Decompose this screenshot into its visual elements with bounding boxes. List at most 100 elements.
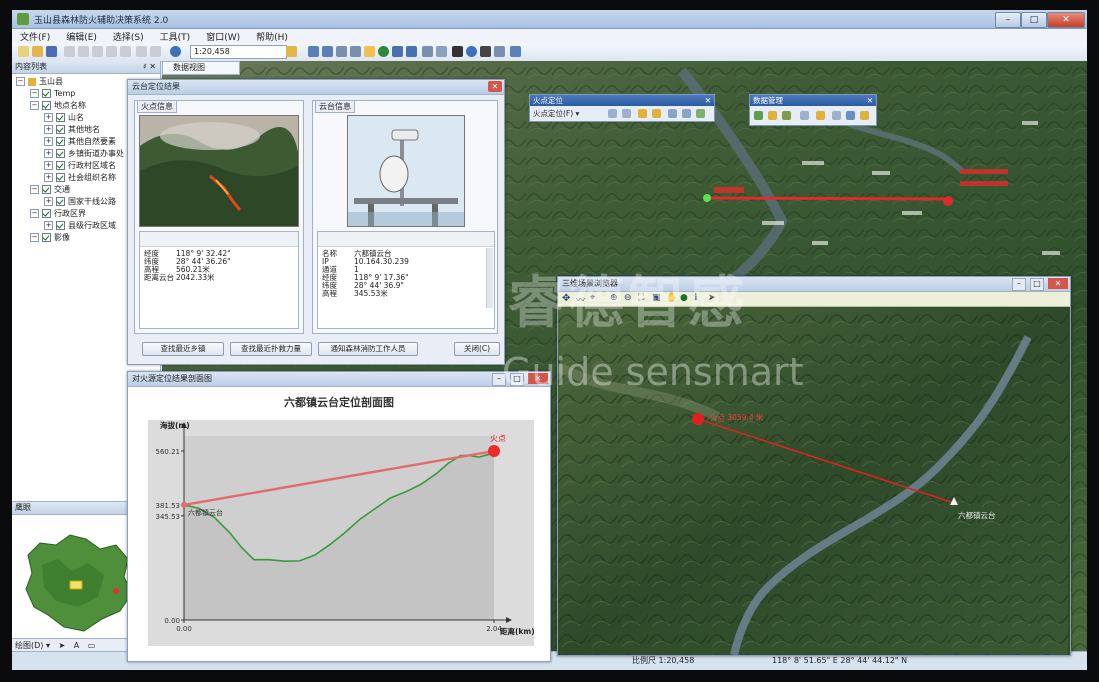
expand-toggle-icon[interactable]: + <box>44 221 53 230</box>
data-doc-icon[interactable] <box>800 111 809 120</box>
layer-visibility-checkbox[interactable] <box>56 137 65 146</box>
data-layer-icon[interactable] <box>782 111 791 120</box>
minimize-button[interactable]: – <box>995 12 1021 28</box>
expand-toggle-icon[interactable]: + <box>44 173 53 182</box>
forward-extent-icon[interactable] <box>406 46 417 57</box>
data-edit-icon[interactable] <box>768 111 777 120</box>
delete-icon[interactable] <box>120 46 131 57</box>
scene-zoom-out-icon[interactable]: ⊖ <box>624 293 632 303</box>
scene-zoom-in-icon[interactable]: ⊕ <box>610 293 618 303</box>
fixed-zoom-in-icon[interactable] <box>336 46 347 57</box>
scene-maximize-button[interactable]: □ <box>1030 278 1044 291</box>
camera-info-scrollbar[interactable] <box>486 248 493 308</box>
select-features-icon[interactable] <box>422 46 433 57</box>
zoom-in-icon[interactable] <box>308 46 319 57</box>
find-binoculars-icon[interactable] <box>480 46 491 57</box>
drawing-menu[interactable]: 绘图(D) ▾ <box>15 641 50 650</box>
data-settings-icon[interactable] <box>860 111 869 120</box>
expand-toggle-icon[interactable]: − <box>30 101 39 110</box>
layer-visibility-checkbox[interactable] <box>56 149 65 158</box>
layer-visibility-checkbox[interactable] <box>56 125 65 134</box>
hyperlink-icon[interactable] <box>510 46 521 57</box>
fire-locate-icon[interactable] <box>638 109 647 118</box>
fire-locate-dropdown[interactable]: 火点定位(F) ▾ <box>533 108 579 119</box>
menu-select[interactable]: 选择(S) <box>105 29 152 44</box>
undo-icon[interactable] <box>136 46 147 57</box>
scene-close-button[interactable]: ✕ <box>1048 278 1068 289</box>
profile-close-button[interactable]: ✕ <box>528 373 548 384</box>
layer-visibility-checkbox[interactable] <box>42 185 51 194</box>
expand-toggle-icon[interactable]: − <box>30 233 39 242</box>
expand-toggle-icon[interactable]: + <box>44 149 53 158</box>
zoom-out-icon[interactable] <box>322 46 333 57</box>
draw-text-icon[interactable]: A <box>74 641 79 650</box>
menu-file[interactable]: 文件(F) <box>12 29 58 44</box>
layer-visibility-checkbox[interactable] <box>56 113 65 122</box>
close-dialog-button[interactable]: 关闭(C) <box>454 342 500 356</box>
data-check-icon[interactable] <box>754 111 763 120</box>
scene-3d-view[interactable] <box>558 307 1068 655</box>
fire-folder-icon[interactable] <box>652 109 661 118</box>
cut-icon[interactable] <box>78 46 89 57</box>
layer-visibility-checkbox[interactable] <box>42 89 51 98</box>
fire-table-icon[interactable] <box>668 109 677 118</box>
copy-icon[interactable] <box>92 46 103 57</box>
toc-pin-close[interactable]: ♯ ✕ <box>143 61 156 73</box>
full-extent-globe-icon[interactable] <box>378 46 389 57</box>
fire-locate-toolbar-close[interactable]: ✕ <box>705 95 711 106</box>
layer-visibility-checkbox[interactable] <box>56 197 65 206</box>
select-pointer-icon[interactable] <box>452 46 463 57</box>
expand-toggle-icon[interactable]: + <box>44 113 53 122</box>
menu-edit[interactable]: 编辑(E) <box>58 29 105 44</box>
menu-help[interactable]: 帮助(H) <box>248 29 296 44</box>
back-extent-icon[interactable] <box>392 46 403 57</box>
menu-tools[interactable]: 工具(T) <box>152 29 199 44</box>
profile-minimize-button[interactable]: – <box>492 373 506 386</box>
fire-report-icon[interactable] <box>682 109 691 118</box>
draw-rectangle-icon[interactable]: ▭ <box>88 641 96 650</box>
navigate-icon[interactable]: ✥ <box>562 293 570 304</box>
print-icon[interactable] <box>64 46 75 57</box>
locate-window-close[interactable]: ✕ <box>488 81 502 92</box>
find-nearest-rescue-button[interactable]: 查找最近扑救力量 <box>230 342 312 356</box>
scene-fit-icon[interactable]: ▣ <box>652 293 661 303</box>
data-management-toolbar-close[interactable]: ✕ <box>867 95 873 106</box>
paste-icon[interactable] <box>106 46 117 57</box>
measure-icon[interactable] <box>494 46 505 57</box>
layer-visibility-checkbox[interactable] <box>42 209 51 218</box>
draw-pointer-icon[interactable]: ➤ <box>59 641 66 650</box>
editor-icon[interactable] <box>286 46 297 57</box>
fly-icon[interactable]: 〰 <box>576 293 585 306</box>
layer-visibility-checkbox[interactable] <box>42 233 51 242</box>
maximize-button[interactable]: □ <box>1021 12 1047 28</box>
expand-toggle-icon[interactable]: − <box>30 185 39 194</box>
fire-export-icon[interactable] <box>696 109 705 118</box>
data-print-icon[interactable] <box>832 111 841 120</box>
expand-toggle-icon[interactable]: − <box>16 77 25 86</box>
fixed-zoom-out-icon[interactable] <box>350 46 361 57</box>
new-icon[interactable] <box>18 46 29 57</box>
layer-visibility-checkbox[interactable] <box>56 221 65 230</box>
data-folder-icon[interactable] <box>816 111 825 120</box>
expand-toggle-icon[interactable]: − <box>30 89 39 98</box>
expand-toggle-icon[interactable]: + <box>44 125 53 134</box>
tab-data-view[interactable]: 数据视图 <box>162 61 240 75</box>
clear-selection-icon[interactable] <box>436 46 447 57</box>
open-icon[interactable] <box>32 46 43 57</box>
save-icon[interactable] <box>46 46 57 57</box>
expand-toggle-icon[interactable]: + <box>44 137 53 146</box>
fire-step-icon[interactable] <box>608 109 617 118</box>
notify-firefighters-button[interactable]: 通知森林消防工作人员 <box>318 342 418 356</box>
redo-icon[interactable] <box>150 46 161 57</box>
pan-hand-icon[interactable] <box>364 46 375 57</box>
add-data-icon[interactable] <box>170 46 181 57</box>
scene-pan-icon[interactable]: ✋ <box>666 293 677 303</box>
scale-input[interactable]: 1:20,458 <box>190 45 287 59</box>
expand-toggle-icon[interactable]: + <box>44 197 53 206</box>
expand-toggle-icon[interactable]: − <box>30 209 39 218</box>
fire-clear-icon[interactable] <box>622 109 631 118</box>
identify-icon[interactable] <box>466 46 477 57</box>
scene-globe-icon[interactable]: ● <box>680 293 688 303</box>
expand-toggle-icon[interactable]: + <box>44 161 53 170</box>
menu-window[interactable]: 窗口(W) <box>198 29 248 44</box>
